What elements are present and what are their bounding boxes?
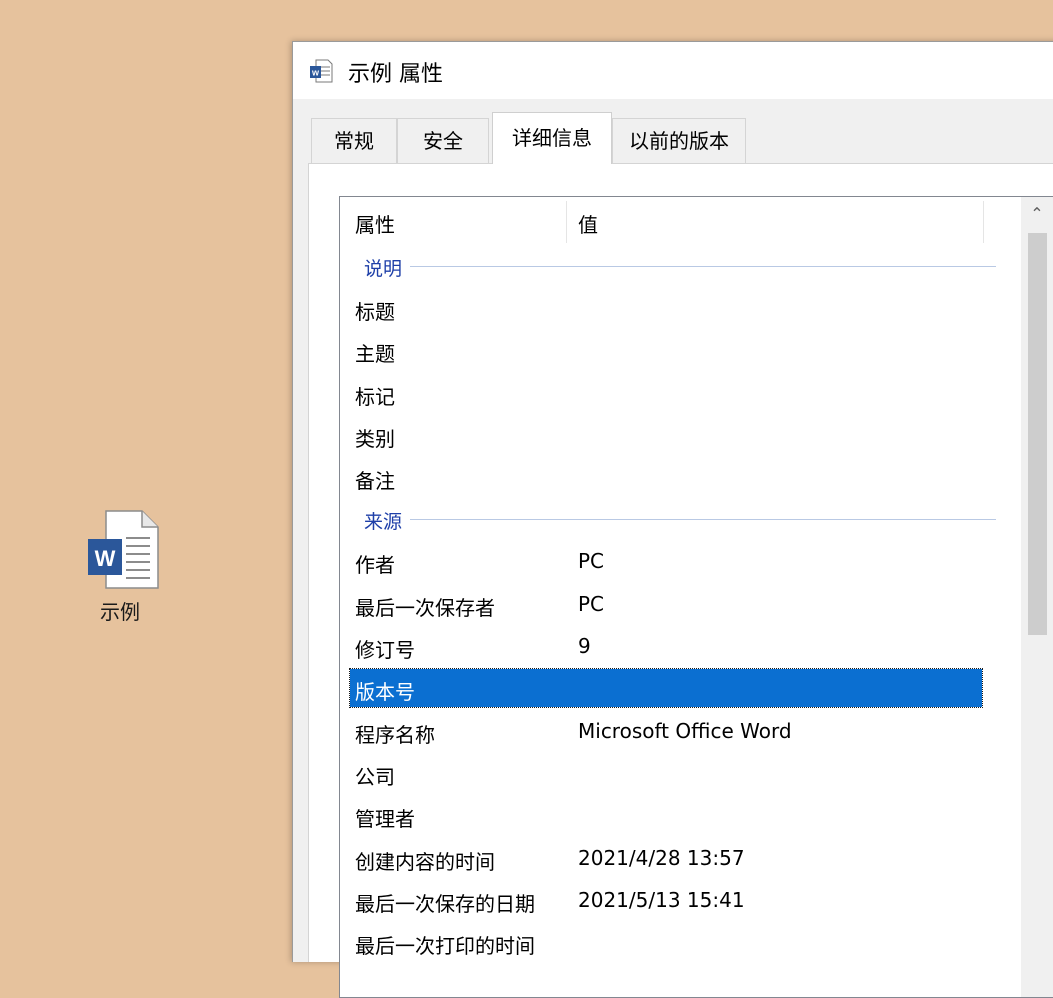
- property-name: 标题: [355, 300, 395, 324]
- property-name: 备注: [355, 469, 395, 494]
- property-row[interactable]: 修订号 9: [340, 625, 1020, 667]
- property-name: 修订号: [355, 638, 415, 663]
- svg-text:w: w: [311, 68, 320, 78]
- property-row[interactable]: 作者 PC: [340, 540, 1020, 582]
- group-divider: [364, 519, 996, 521]
- tab-strip: 常规 安全 详细信息 以前的版本: [311, 112, 1053, 164]
- property-row[interactable]: 创建内容的时间 2021/4/28 13:57: [340, 837, 1020, 879]
- property-row[interactable]: 管理者: [340, 794, 1020, 836]
- desktop-file-icon[interactable]: W 示例: [72, 508, 168, 625]
- tab-security[interactable]: 安全: [397, 118, 489, 163]
- property-name: 标记: [355, 384, 395, 409]
- property-row-selected[interactable]: 版本号: [340, 667, 1020, 709]
- selection-highlight: [349, 668, 983, 709]
- details-list[interactable]: 属性 值 说明 标题 主题 标记 类别 备注 来源 作者 PC 最后一次保存者 …: [339, 196, 1053, 998]
- property-value[interactable]: 2021/5/13 15:41: [578, 888, 745, 912]
- tab-general[interactable]: 常规: [311, 118, 397, 163]
- property-rows: 说明 标题 主题 标记 类别 备注 来源 作者 PC 最后一次保存者 PC 修订号 9…: [340, 245, 1020, 963]
- property-row[interactable]: 最后一次保存者 PC: [340, 583, 1020, 625]
- property-value[interactable]: 2021/4/28 13:57: [578, 846, 745, 870]
- property-name: 最后一次保存的日期: [355, 891, 535, 916]
- vertical-scrollbar[interactable]: ⌃: [1021, 197, 1053, 997]
- property-value[interactable]: Microsoft Office Word: [578, 719, 792, 743]
- property-row[interactable]: 最后一次打印的时间: [340, 921, 1020, 963]
- column-header-value[interactable]: 值: [578, 209, 598, 238]
- property-name: 公司: [355, 764, 395, 789]
- property-row[interactable]: 标记: [340, 372, 1020, 414]
- property-value[interactable]: PC: [578, 592, 604, 616]
- column-divider[interactable]: [983, 201, 984, 243]
- word-letter: W: [94, 546, 116, 571]
- property-name: 最后一次保存者: [355, 595, 495, 620]
- list-header: 属性 值: [340, 197, 1020, 245]
- property-value[interactable]: PC: [578, 549, 604, 573]
- word-doc-icon: w: [309, 59, 333, 87]
- property-name: 管理者: [355, 807, 415, 832]
- property-name: 创建内容的时间: [355, 849, 495, 874]
- properties-window: w 示例 属性 常规 安全 详细信息 以前的版本 属性 值 说明 标题 主题 标…: [292, 41, 1053, 998]
- property-row[interactable]: 公司: [340, 752, 1020, 794]
- property-name: 类别: [355, 426, 395, 451]
- property-value[interactable]: 9: [578, 634, 591, 658]
- property-row[interactable]: 最后一次保存的日期 2021/5/13 15:41: [340, 879, 1020, 921]
- column-header-property[interactable]: 属性: [355, 209, 395, 238]
- property-name: 版本号: [355, 680, 415, 705]
- property-name: 作者: [355, 553, 395, 578]
- title-bar[interactable]: w 示例 属性: [293, 42, 1053, 99]
- group-title: 来源: [364, 507, 411, 535]
- group-divider: [364, 266, 996, 267]
- column-divider[interactable]: [566, 201, 567, 243]
- property-row[interactable]: 备注: [340, 456, 1020, 498]
- scrollbar-thumb[interactable]: [1028, 233, 1047, 635]
- tab-details[interactable]: 详细信息: [492, 112, 612, 164]
- property-row[interactable]: 程序名称 Microsoft Office Word: [340, 710, 1020, 752]
- chevron-up-icon[interactable]: ⌃: [1021, 197, 1053, 231]
- details-panel: 属性 值 说明 标题 主题 标记 类别 备注 来源 作者 PC 最后一次保存者 …: [308, 163, 1053, 998]
- group-header-origin: 来源: [340, 498, 1020, 540]
- window-title: 示例 属性: [348, 62, 443, 87]
- property-row[interactable]: 标题: [340, 287, 1020, 329]
- group-title: 说明: [364, 254, 411, 281]
- property-row[interactable]: 主题: [340, 329, 1020, 371]
- property-name: 程序名称: [355, 722, 435, 747]
- desktop-icon-label[interactable]: 示例: [72, 596, 168, 625]
- property-name: 主题: [355, 342, 395, 367]
- group-header-description: 说明: [340, 245, 1020, 287]
- tab-previous-versions[interactable]: 以前的版本: [612, 118, 746, 163]
- property-row[interactable]: 类别: [340, 414, 1020, 456]
